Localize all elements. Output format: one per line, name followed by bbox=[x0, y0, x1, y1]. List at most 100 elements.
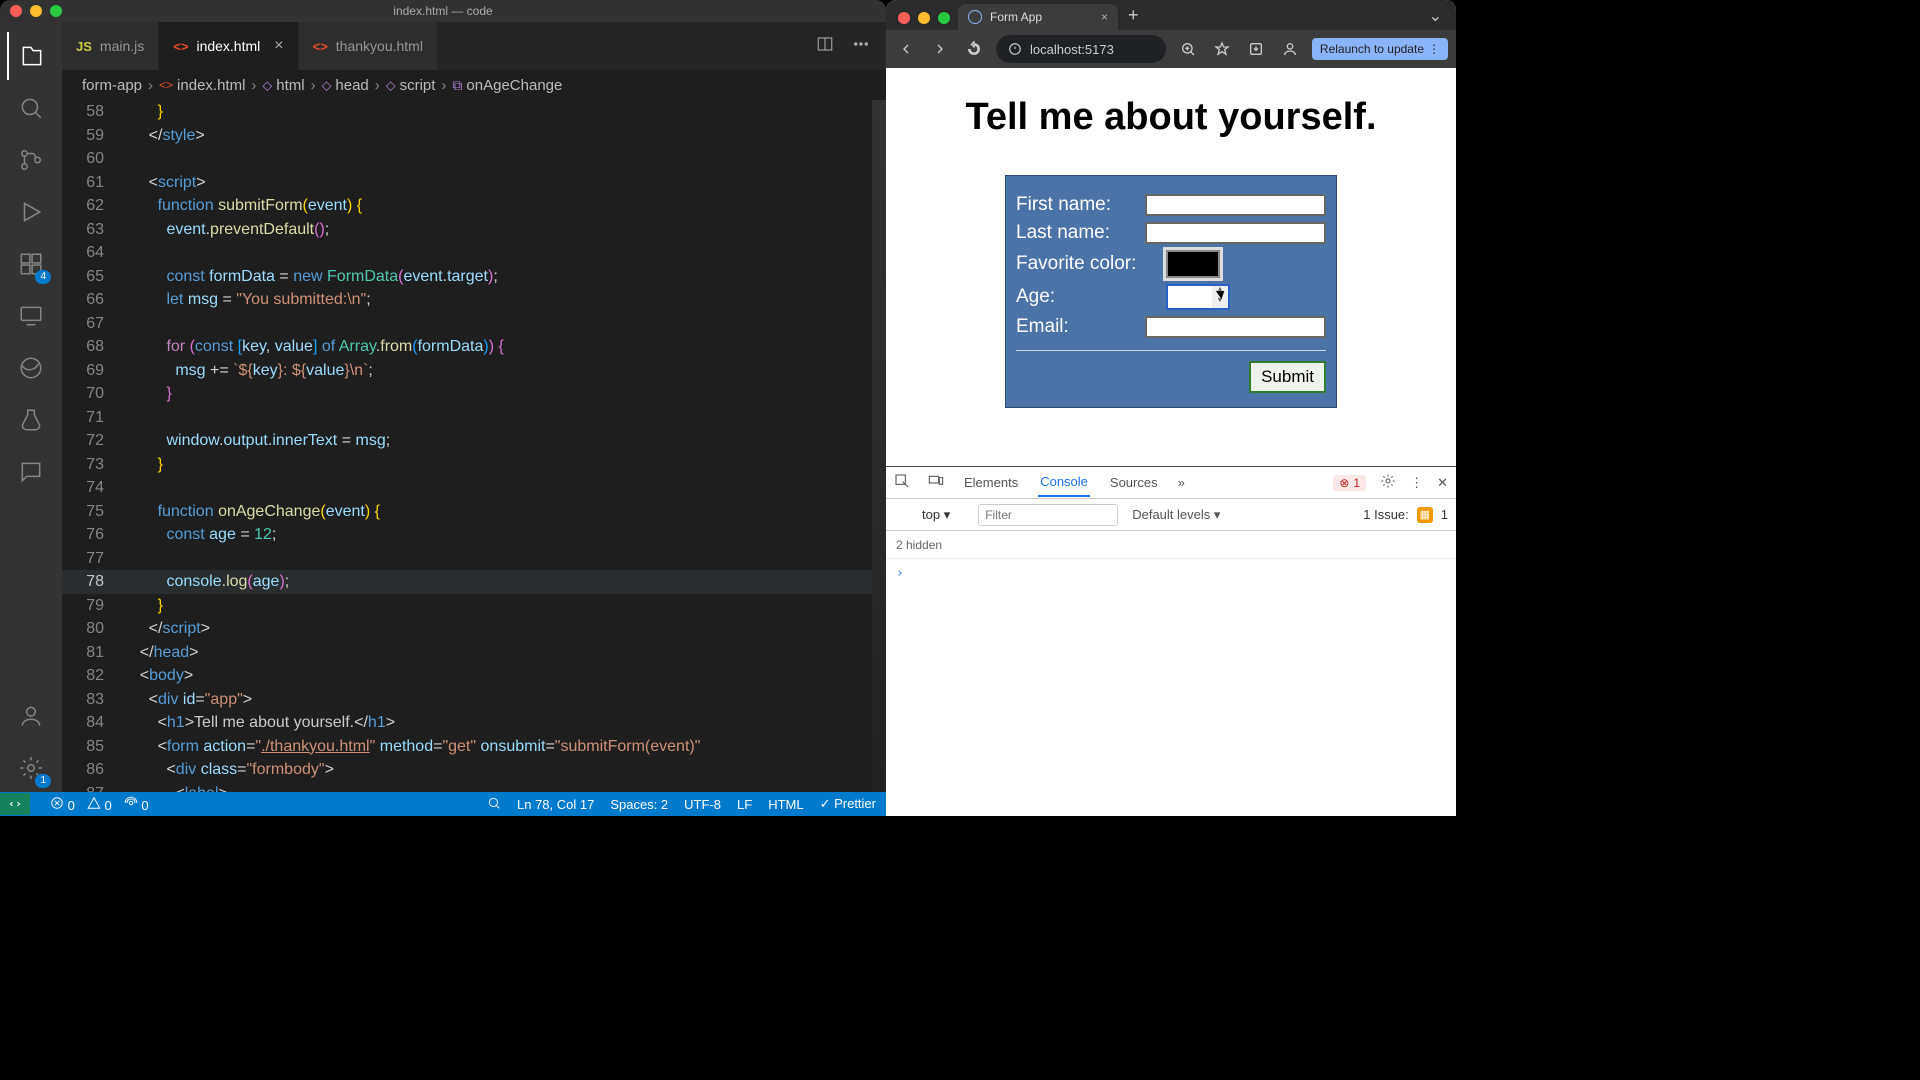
spin-up-icon[interactable]: ▲ bbox=[1212, 286, 1228, 297]
new-tab-button[interactable]: + bbox=[1118, 5, 1149, 30]
tab-favicon-icon bbox=[968, 10, 982, 24]
tab-close-icon[interactable]: × bbox=[1101, 10, 1108, 24]
console-output[interactable]: › bbox=[886, 559, 1456, 816]
issues-label[interactable]: 1 Issue: bbox=[1363, 507, 1409, 522]
device-toolbar-icon[interactable] bbox=[928, 473, 944, 492]
breadcrumb-item[interactable]: ⬦ head bbox=[322, 77, 369, 94]
label-email: Email: bbox=[1016, 316, 1145, 338]
zoom-icon[interactable] bbox=[1176, 41, 1200, 57]
editor-tab[interactable]: <>index.html× bbox=[159, 22, 298, 70]
address-bar[interactable]: localhost:5173 bbox=[996, 35, 1166, 63]
chrome-window: Form App × + ⌄ localhost:5173 Relaunch t… bbox=[886, 0, 1456, 816]
install-app-icon[interactable] bbox=[1244, 41, 1268, 57]
first-name-input[interactable] bbox=[1145, 194, 1326, 216]
activity-bar: 4 1 bbox=[0, 22, 62, 792]
edge-tools-icon[interactable] bbox=[7, 344, 55, 392]
forward-button[interactable] bbox=[928, 41, 952, 57]
status-encoding[interactable]: UTF-8 bbox=[684, 797, 721, 812]
editor-tab[interactable]: JSmain.js bbox=[62, 22, 159, 70]
issues-count: 1 bbox=[1441, 507, 1448, 522]
relaunch-button[interactable]: Relaunch to update ⋮ bbox=[1312, 38, 1448, 60]
tab-close-icon[interactable]: × bbox=[274, 37, 283, 55]
console-filter-input[interactable] bbox=[978, 504, 1118, 526]
status-formatter[interactable]: ✓ Prettier bbox=[820, 796, 876, 812]
breadcrumb-item[interactable]: ⬦ script bbox=[386, 77, 436, 94]
source-control-icon[interactable] bbox=[7, 136, 55, 184]
status-cursor[interactable]: Ln 78, Col 17 bbox=[517, 797, 594, 812]
vscode-titlebar: index.html — code bbox=[0, 0, 886, 22]
page-heading: Tell me about yourself. bbox=[886, 96, 1456, 139]
editor-tab[interactable]: <>thankyou.html bbox=[299, 22, 438, 70]
chrome-traffic-close-icon[interactable] bbox=[898, 12, 910, 24]
status-ports[interactable]: 0 bbox=[124, 796, 149, 813]
tab-label: thankyou.html bbox=[336, 38, 423, 54]
label-favorite-color: Favorite color: bbox=[1016, 253, 1166, 275]
inspect-element-icon[interactable] bbox=[894, 473, 910, 492]
profile-icon[interactable] bbox=[1278, 41, 1302, 57]
status-magnify-icon[interactable] bbox=[487, 796, 501, 813]
code-editor[interactable]: 58 }59 </style>6061 <script>62 function … bbox=[62, 100, 886, 792]
devtools-tab-sources[interactable]: Sources bbox=[1108, 469, 1160, 496]
spin-down-icon[interactable]: ▼ bbox=[1212, 297, 1228, 308]
breadcrumb-item[interactable]: ⧉ onAgeChange bbox=[452, 77, 562, 94]
devtools-tab-elements[interactable]: Elements bbox=[962, 469, 1020, 496]
testing-icon[interactable] bbox=[7, 396, 55, 444]
traffic-min-icon[interactable] bbox=[30, 5, 42, 17]
devtools-menu-icon[interactable]: ⋮ bbox=[1410, 475, 1423, 491]
search-icon[interactable] bbox=[7, 84, 55, 132]
devtools-more-tabs-icon[interactable]: » bbox=[1178, 475, 1185, 490]
remote-indicator[interactable] bbox=[0, 793, 30, 815]
chrome-traffic-min-icon[interactable] bbox=[918, 12, 930, 24]
email-input[interactable] bbox=[1145, 316, 1326, 338]
tab-label: main.js bbox=[100, 38, 144, 54]
tab-title: Form App bbox=[990, 10, 1042, 24]
form-divider bbox=[1016, 350, 1326, 351]
chat-icon[interactable] bbox=[7, 448, 55, 496]
breadcrumbs[interactable]: form-app›<> index.html›⬦ html›⬦ head›⬦ s… bbox=[62, 70, 886, 100]
traffic-max-icon[interactable] bbox=[50, 5, 62, 17]
reload-button[interactable] bbox=[962, 41, 986, 57]
label-last-name: Last name: bbox=[1016, 222, 1145, 244]
site-info-icon[interactable] bbox=[1008, 42, 1022, 56]
hidden-messages[interactable]: 2 hidden bbox=[896, 538, 942, 552]
chrome-traffic-max-icon[interactable] bbox=[938, 12, 950, 24]
status-eol[interactable]: LF bbox=[737, 797, 752, 812]
status-warnings[interactable]: 0 bbox=[87, 796, 112, 813]
devtools-close-icon[interactable]: ✕ bbox=[1437, 475, 1448, 491]
log-levels-selector[interactable]: Default levels ▾ bbox=[1132, 507, 1220, 523]
element-icon: ⬦ bbox=[262, 77, 272, 94]
bookmark-star-icon[interactable] bbox=[1210, 41, 1234, 57]
remote-explorer-icon[interactable] bbox=[7, 292, 55, 340]
label-first-name: First name: bbox=[1016, 194, 1145, 216]
breadcrumb-item[interactable]: <> index.html bbox=[159, 77, 245, 94]
run-debug-icon[interactable] bbox=[7, 188, 55, 236]
issues-badge[interactable]: ▦ bbox=[1417, 507, 1433, 523]
browser-tab[interactable]: Form App × bbox=[958, 4, 1118, 30]
extensions-icon[interactable]: 4 bbox=[7, 240, 55, 288]
color-input[interactable] bbox=[1166, 250, 1220, 278]
devtools-error-pill[interactable]: ⊗ 1 bbox=[1333, 475, 1366, 491]
status-spaces[interactable]: Spaces: 2 bbox=[610, 797, 668, 812]
submit-button[interactable]: Submit bbox=[1249, 361, 1326, 393]
vscode-window: index.html — code 4 1 JSmain.js<>index.h… bbox=[0, 0, 886, 816]
devtools-settings-gear-icon[interactable] bbox=[1380, 473, 1396, 492]
label-age: Age: bbox=[1016, 286, 1166, 308]
breadcrumb-item[interactable]: ⬦ html bbox=[262, 77, 304, 94]
context-selector[interactable]: top ▾ bbox=[922, 507, 950, 523]
status-errors[interactable]: 0 bbox=[50, 796, 75, 813]
accounts-icon[interactable] bbox=[7, 692, 55, 740]
devtools-tab-console[interactable]: Console bbox=[1038, 468, 1090, 497]
last-name-input[interactable] bbox=[1145, 222, 1326, 244]
back-button[interactable] bbox=[894, 41, 918, 57]
age-input[interactable]: ▲▼ bbox=[1166, 284, 1230, 310]
explorer-icon[interactable] bbox=[7, 32, 55, 80]
tabstrip-menu-icon[interactable]: ⌄ bbox=[1415, 6, 1456, 30]
minimap[interactable] bbox=[872, 100, 886, 792]
traffic-close-icon[interactable] bbox=[10, 5, 22, 17]
status-language[interactable]: HTML bbox=[768, 797, 803, 812]
breadcrumb-item[interactable]: form-app bbox=[82, 77, 142, 94]
split-editor-icon[interactable] bbox=[816, 35, 834, 58]
more-actions-icon[interactable] bbox=[852, 35, 870, 58]
settings-gear-icon[interactable]: 1 bbox=[7, 744, 55, 792]
devtools-panel: Elements Console Sources » ⊗ 1 ⋮ ✕ top ▾… bbox=[886, 466, 1456, 816]
